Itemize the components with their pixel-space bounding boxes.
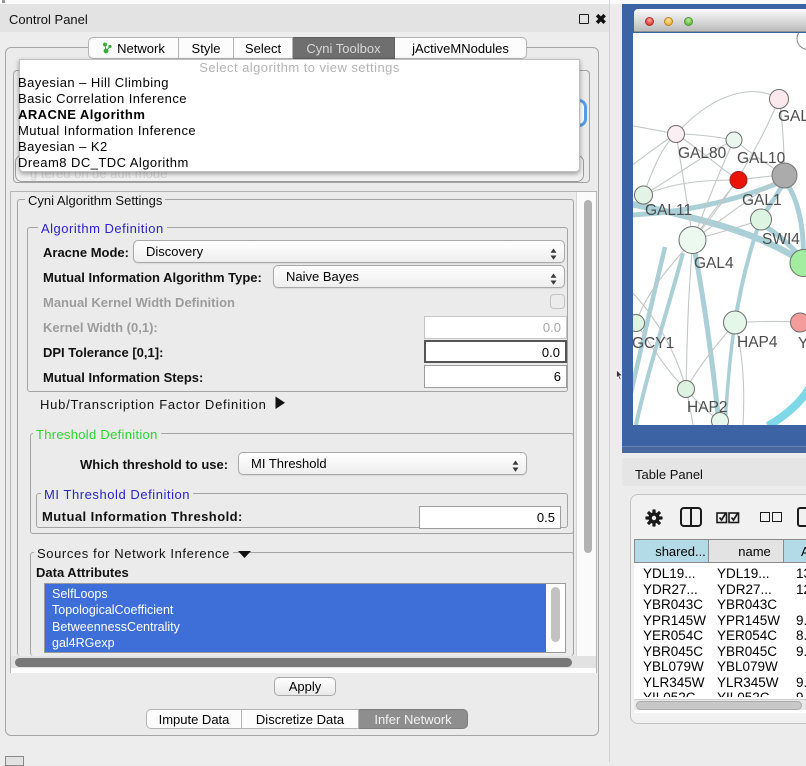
svg-text:GAL11: GAL11 xyxy=(645,202,692,219)
svg-text:SWI4: SWI4 xyxy=(762,231,800,248)
svg-text:GAL10: GAL10 xyxy=(737,150,786,167)
svg-text:Y: Y xyxy=(798,335,806,352)
svg-text:HAP2: HAP2 xyxy=(687,399,728,416)
svg-text:GAL: GAL xyxy=(778,108,806,125)
svg-text:GCY1: GCY1 xyxy=(633,335,674,352)
svg-text:GAL4: GAL4 xyxy=(694,255,734,272)
svg-text:GAL1: GAL1 xyxy=(742,192,782,209)
svg-text:HAP4: HAP4 xyxy=(737,334,778,351)
svg-text:GAL80: GAL80 xyxy=(678,145,727,162)
